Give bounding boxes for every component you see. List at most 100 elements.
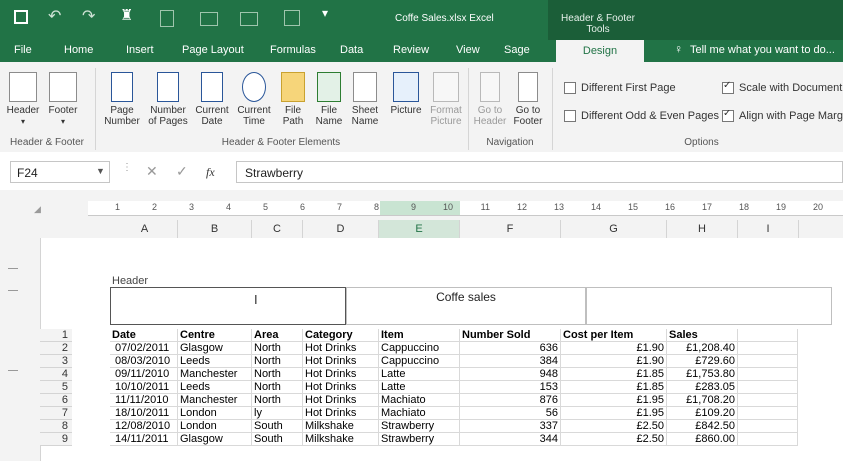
table-cell[interactable]: Hot Drinks — [303, 342, 379, 355]
table-cell[interactable]: Leeds — [178, 355, 252, 368]
table-cell[interactable]: Hot Drinks — [303, 368, 379, 381]
table-cell[interactable]: £283.05 — [667, 381, 738, 394]
table-cell[interactable]: North — [252, 394, 303, 407]
align-with-margins-checkbox[interactable] — [722, 110, 734, 123]
table-cell[interactable]: 18/10/2011 — [110, 407, 178, 420]
table-cell[interactable]: Leeds — [178, 381, 252, 394]
table-cell[interactable]: £1.85 — [561, 368, 667, 381]
select-all-icon[interactable]: ◢ — [34, 204, 41, 215]
table-cell[interactable]: 14/11/2011 — [110, 433, 178, 446]
column-header-a[interactable]: A — [112, 220, 178, 238]
tab-home[interactable]: Home — [64, 44, 93, 56]
current-time-button[interactable]: Current Time — [234, 72, 274, 127]
column-header-i[interactable]: I — [738, 220, 799, 238]
different-odd-even-option[interactable]: Different Odd & Even Pages — [564, 110, 719, 123]
enter-icon[interactable]: ✓ — [176, 163, 188, 180]
table-cell[interactable]: London — [178, 420, 252, 433]
brush-icon[interactable]: ♜ — [120, 6, 133, 24]
scale-with-document-checkbox[interactable] — [722, 80, 734, 95]
table-icon[interactable] — [284, 10, 300, 26]
table-cell[interactable]: Glasgow — [178, 433, 252, 446]
formula-input[interactable]: Strawberry — [236, 161, 843, 183]
tab-formulas[interactable]: Formulas — [270, 44, 316, 56]
column-header-b[interactable]: B — [178, 220, 252, 238]
table-cell[interactable]: £729.60 — [667, 355, 738, 368]
picture-button[interactable]: Picture — [386, 72, 426, 116]
table-cell[interactable]: Milkshake — [303, 420, 379, 433]
table-cell[interactable]: Latte — [379, 381, 460, 394]
row-header[interactable]: 6 — [40, 394, 72, 407]
different-first-page-option[interactable]: Different First Page — [564, 82, 676, 95]
table-cell[interactable]: £1.90 — [561, 355, 667, 368]
table-cell[interactable]: 56 — [460, 407, 561, 420]
table-cell[interactable]: Hot Drinks — [303, 407, 379, 420]
scale-with-document-option[interactable]: Scale with Document — [722, 80, 842, 95]
row-header[interactable]: 1 — [40, 329, 72, 342]
table-cell[interactable] — [738, 407, 798, 420]
header-button[interactable]: Header ▾ — [6, 72, 40, 127]
table-cell[interactable]: North — [252, 342, 303, 355]
table-cell[interactable]: 12/08/2010 — [110, 420, 178, 433]
table-cell[interactable]: ly — [252, 407, 303, 420]
column-header-h[interactable]: H — [667, 220, 738, 238]
table-cell[interactable]: North — [252, 355, 303, 368]
table-cell[interactable]: £1.90 — [561, 342, 667, 355]
table-cell[interactable]: 948 — [460, 368, 561, 381]
table-header-cell[interactable]: Cost per Item — [561, 329, 667, 342]
table-cell[interactable]: Latte — [379, 368, 460, 381]
name-box-dropdown-icon[interactable]: ▼ — [96, 166, 105, 176]
table-cell[interactable] — [738, 381, 798, 394]
table-cell[interactable]: Cappuccino — [379, 342, 460, 355]
table-cell[interactable]: Hot Drinks — [303, 394, 379, 407]
table-cell[interactable]: £842.50 — [667, 420, 738, 433]
different-first-page-checkbox[interactable] — [564, 82, 576, 95]
table-cell[interactable]: 153 — [460, 381, 561, 394]
insert-function-icon[interactable]: fx — [206, 165, 215, 180]
table-cell[interactable]: 344 — [460, 433, 561, 446]
open-icon[interactable] — [200, 12, 218, 26]
format-picture-button[interactable]: Format Picture — [426, 72, 466, 127]
table-cell[interactable] — [738, 368, 798, 381]
tab-page-layout[interactable]: Page Layout — [182, 44, 244, 56]
new-icon[interactable] — [160, 10, 174, 27]
row-header[interactable]: 4 — [40, 368, 72, 381]
cancel-icon[interactable]: ✕ — [146, 163, 158, 180]
row-header[interactable]: 5 — [40, 381, 72, 394]
table-cell[interactable]: £1.95 — [561, 407, 667, 420]
table-cell[interactable] — [738, 394, 798, 407]
tell-me-box[interactable]: Tell me what you want to do... — [690, 44, 835, 56]
table-header-cell[interactable]: Area — [252, 329, 303, 342]
column-header-c[interactable]: C — [252, 220, 303, 238]
table-header-cell[interactable]: Number Sold — [460, 329, 561, 342]
tab-sage[interactable]: Sage — [504, 44, 530, 56]
align-with-margins-option[interactable]: Align with Page Margi — [722, 110, 843, 123]
row-header[interactable]: 9 — [40, 433, 72, 446]
table-cell[interactable]: £1,753.80 — [667, 368, 738, 381]
number-of-pages-button[interactable]: Number of Pages — [146, 72, 190, 127]
table-cell[interactable]: £860.00 — [667, 433, 738, 446]
table-cell[interactable]: 09/11/2010 — [110, 368, 178, 381]
redo-icon[interactable]: ↷ — [82, 6, 95, 26]
table-header-cell[interactable] — [738, 329, 798, 342]
table-header-cell[interactable]: Sales — [667, 329, 738, 342]
row-header[interactable]: 2 — [40, 342, 72, 355]
table-cell[interactable]: South — [252, 433, 303, 446]
table-cell[interactable]: South — [252, 420, 303, 433]
table-cell[interactable] — [738, 342, 798, 355]
table-cell[interactable]: £1,708.20 — [667, 394, 738, 407]
table-cell[interactable]: 636 — [460, 342, 561, 355]
table-cell[interactable]: £2.50 — [561, 433, 667, 446]
file-path-button[interactable]: File Path — [276, 72, 310, 127]
table-cell[interactable]: Hot Drinks — [303, 355, 379, 368]
save-icon[interactable] — [14, 10, 28, 24]
header-left-section[interactable] — [110, 287, 346, 325]
table-cell[interactable]: 08/03/2010 — [110, 355, 178, 368]
column-header-f[interactable]: F — [460, 220, 561, 238]
table-header-cell[interactable]: Item — [379, 329, 460, 342]
table-cell[interactable]: London — [178, 407, 252, 420]
table-cell[interactable]: Strawberry — [379, 433, 460, 446]
customize-qat-icon[interactable]: ▾ — [322, 6, 328, 20]
table-cell[interactable]: 384 — [460, 355, 561, 368]
tab-view[interactable]: View — [456, 44, 480, 56]
name-box[interactable]: F24 — [10, 161, 110, 183]
